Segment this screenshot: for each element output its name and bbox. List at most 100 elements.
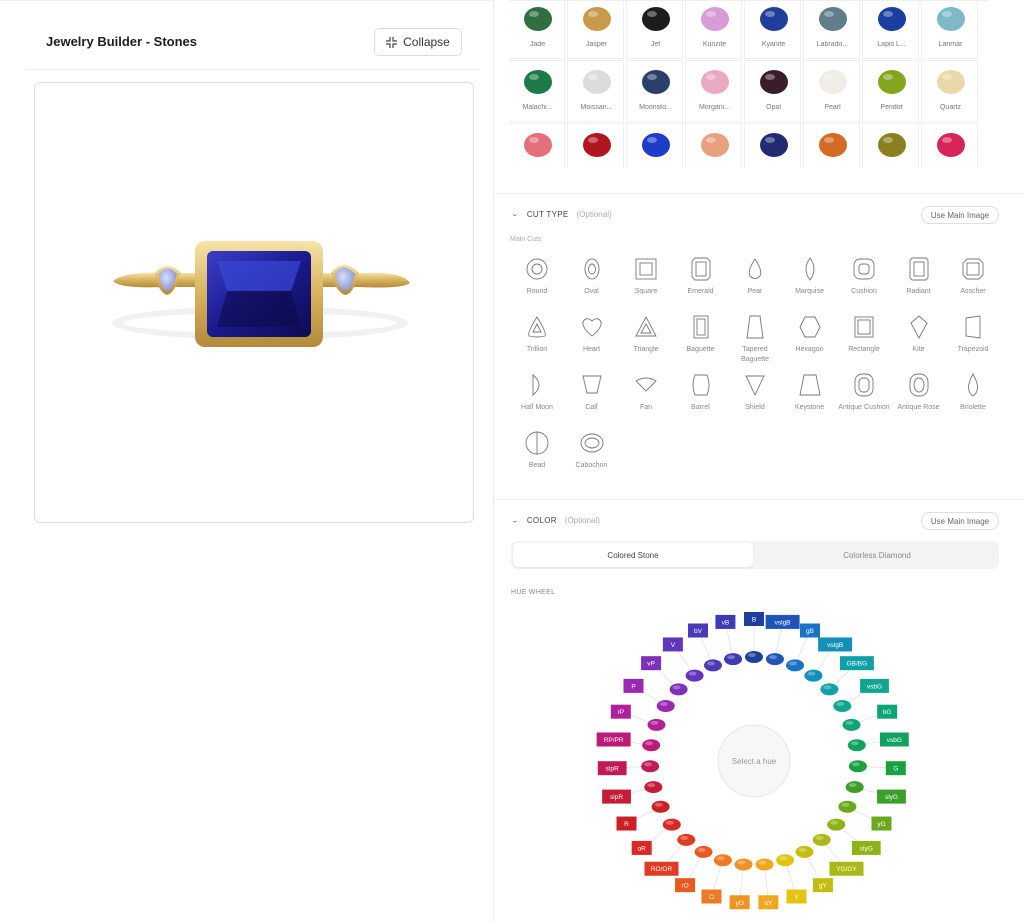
stone-tile[interactable]: Kunzite: [685, 1, 742, 59]
hue-bead-gB[interactable]: [786, 659, 805, 672]
hue-bead-vsbG[interactable]: [847, 739, 866, 752]
hue-bead-vsbG[interactable]: [833, 699, 852, 712]
hue-bead-RO/OR[interactable]: [677, 833, 696, 846]
cut-option-hexagon[interactable]: Hexagon: [783, 315, 837, 373]
color-header[interactable]: ⌄ COLOR (Optional): [511, 510, 600, 530]
stone-image: [760, 7, 788, 31]
stone-tile[interactable]: Larimar: [921, 1, 978, 59]
hue-bead-styG[interactable]: [827, 818, 846, 831]
hue-bead-slpR[interactable]: [644, 781, 663, 794]
hue-bead-GB/BG[interactable]: [820, 683, 839, 696]
chevron-down-icon: ⌄: [511, 210, 519, 218]
stone-tile[interactable]: [744, 123, 801, 168]
hue-bead-rO[interactable]: [694, 845, 713, 858]
cut-option-fan[interactable]: Fan: [619, 373, 673, 431]
hue-bead-P[interactable]: [656, 699, 675, 712]
stone-tile[interactable]: Malachi...: [509, 60, 565, 122]
cut-option-rectangle[interactable]: Rectangle: [837, 315, 891, 373]
hue-bead-bG[interactable]: [842, 718, 861, 731]
hue-code-label: vsbG: [867, 683, 882, 690]
hue-bead-oR[interactable]: [662, 818, 681, 831]
cut-option-halfmoon[interactable]: Half Moon: [510, 373, 564, 431]
hue-code-label: slyG: [885, 794, 898, 801]
hue-bead-oY[interactable]: [755, 858, 774, 871]
cut-option-square[interactable]: Square: [619, 257, 673, 315]
hue-bead-bV[interactable]: [703, 659, 722, 672]
tab-colored-stone[interactable]: Colored Stone: [513, 543, 753, 567]
cut-option-antique[interactable]: Antique Cushion: [837, 373, 891, 431]
stone-tile[interactable]: Jet: [626, 1, 683, 59]
cut-option-keystone[interactable]: Keystone: [783, 373, 837, 431]
hue-code-label: styG: [860, 845, 873, 852]
stone-tile[interactable]: Pearl: [803, 60, 860, 122]
stone-tile[interactable]: Labrado...: [803, 1, 860, 59]
cut-option-triangle[interactable]: Triangle: [619, 315, 673, 373]
hue-bead-vstgB[interactable]: [804, 669, 823, 682]
stone-tile[interactable]: Kyanite: [744, 1, 801, 59]
cut-option-briolette[interactable]: Briolette: [946, 373, 1000, 431]
stone-tile[interactable]: Lapis L...: [862, 1, 919, 59]
cut-option-asscher[interactable]: Asscher: [946, 257, 1000, 315]
hue-bead-yG[interactable]: [838, 800, 857, 813]
hue-bead-rP[interactable]: [647, 718, 666, 731]
cut-option-radiant[interactable]: Radiant: [892, 257, 946, 315]
baguette-cut-icon: [693, 315, 708, 339]
hue-bead-Y[interactable]: [776, 854, 795, 867]
cut-option-pear[interactable]: Pear: [728, 257, 782, 315]
hue-bead-R[interactable]: [651, 800, 670, 813]
stone-tile[interactable]: [685, 123, 742, 168]
stone-tile[interactable]: Peridot: [862, 60, 919, 122]
cut-option-cabochon[interactable]: Cabochon: [565, 431, 619, 489]
cut-option-trillion[interactable]: Trillion: [510, 315, 564, 373]
stone-tile[interactable]: [862, 123, 919, 168]
cut-option-tapered[interactable]: Tapered Baguette: [728, 315, 782, 373]
cut-option-shield[interactable]: Shield: [728, 373, 782, 431]
cut-use-main-image-button[interactable]: Use Main Image: [921, 206, 999, 224]
cut-type-header[interactable]: ⌄ CUT TYPE (Optional): [511, 204, 612, 224]
hue-bead-RP/PR[interactable]: [642, 739, 661, 752]
cut-option-oval[interactable]: Oval: [565, 257, 619, 315]
hue-bead-slyG[interactable]: [845, 781, 864, 794]
hue-bead-yO[interactable]: [734, 858, 753, 871]
hue-bead-gY[interactable]: [795, 845, 814, 858]
cut-option-marquise[interactable]: Marquise: [783, 257, 837, 315]
cut-option-antiquerose[interactable]: Antique Rose: [892, 373, 946, 431]
hue-bead-vB[interactable]: [724, 653, 743, 666]
cut-option-calf[interactable]: Calf: [565, 373, 619, 431]
cut-option-round[interactable]: Round: [510, 257, 564, 315]
cut-option-emerald[interactable]: Emerald: [674, 257, 728, 315]
stone-tile[interactable]: Morgani...: [685, 60, 742, 122]
hue-bead-G[interactable]: [848, 760, 867, 773]
stone-tile[interactable]: Opal: [744, 60, 801, 122]
collapse-button[interactable]: Collapse: [374, 28, 462, 56]
hue-bead-V[interactable]: [685, 669, 704, 682]
cut-option-barrel[interactable]: Barrel: [674, 373, 728, 431]
stone-tile[interactable]: [509, 123, 565, 168]
hue-bead-vslgB[interactable]: [765, 653, 784, 666]
hue-bead-O[interactable]: [713, 854, 732, 867]
cut-option-trapezoid[interactable]: Trapezoid: [946, 315, 1000, 373]
stone-tile[interactable]: [626, 123, 683, 168]
stone-tile[interactable]: Quartz: [921, 60, 978, 122]
stone-tile[interactable]: [803, 123, 860, 168]
stone-tile[interactable]: Moonsto...: [626, 60, 683, 122]
stone-tile[interactable]: Jade: [509, 1, 565, 59]
stone-tile[interactable]: Jasper: [567, 1, 624, 59]
tab-colorless-diamond[interactable]: Colorless Diamond: [757, 543, 997, 567]
stone-tile[interactable]: Moissan...: [567, 60, 624, 122]
cut-option-cushion[interactable]: Cushion: [837, 257, 891, 315]
radiant-cut-icon: [909, 257, 928, 281]
hue-bead-stpR[interactable]: [641, 760, 660, 773]
cut-option-kite[interactable]: Kite: [892, 315, 946, 373]
hue-bead-vP[interactable]: [669, 683, 688, 696]
hue-bead-B[interactable]: [745, 651, 763, 663]
color-use-main-image-button[interactable]: Use Main Image: [921, 512, 999, 530]
cut-option-bead[interactable]: Bead: [510, 431, 564, 489]
cut-option-baguette[interactable]: Baguette: [674, 315, 728, 373]
cut-option-heart[interactable]: Heart: [565, 315, 619, 373]
stone-tile[interactable]: [567, 123, 624, 168]
stone-tile[interactable]: [921, 123, 978, 168]
tapered-cut-icon: [746, 315, 764, 339]
triangle-cut-icon: [635, 316, 657, 337]
hue-bead-YG/GY[interactable]: [812, 833, 831, 846]
